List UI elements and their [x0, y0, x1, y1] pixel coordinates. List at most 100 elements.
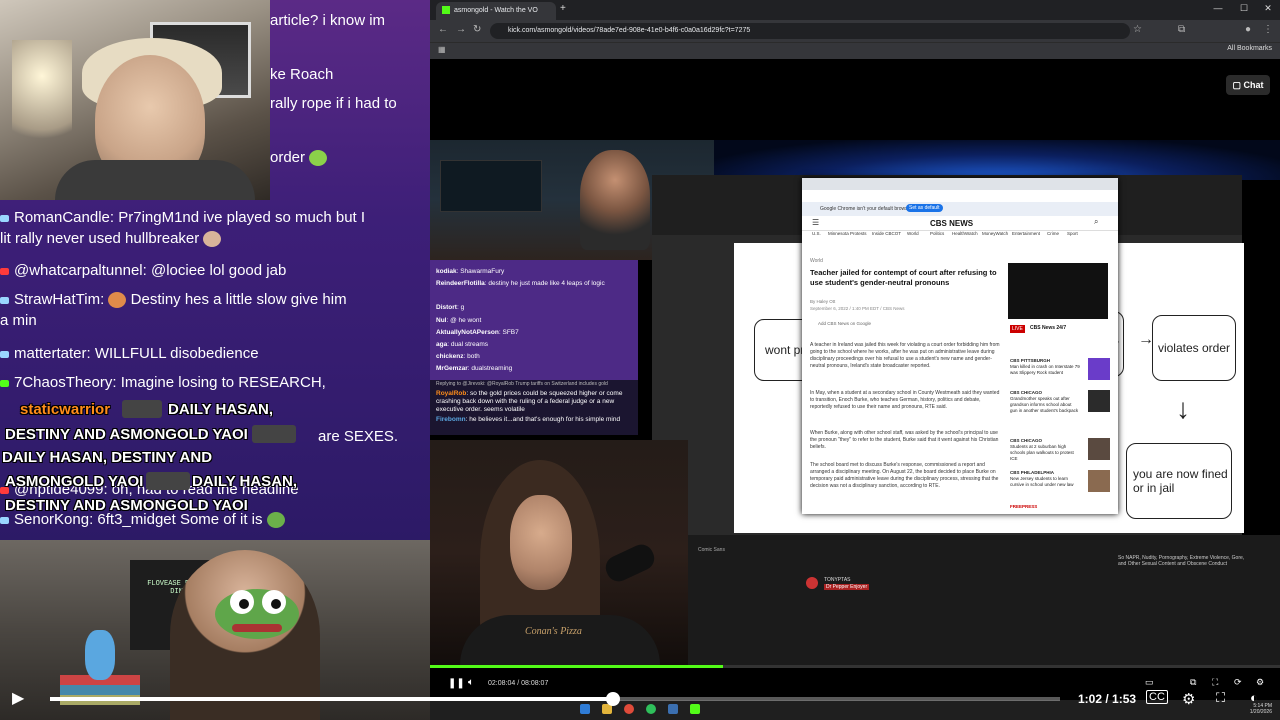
- article-section[interactable]: World: [810, 258, 823, 264]
- side-story[interactable]: CBS PITTSBURGH Man killed in crash on Int…: [1010, 358, 1080, 376]
- cbs-logo[interactable]: CBS NEWS: [930, 219, 973, 228]
- side-thumb[interactable]: [1088, 390, 1110, 412]
- maximize-button[interactable]: ☐: [1234, 3, 1254, 14]
- overlay-line: DESTINY AND ASMONGOLD YAOI: [5, 497, 248, 514]
- profile-icon[interactable]: ●: [1245, 24, 1251, 35]
- captions-icon[interactable]: CC: [1146, 690, 1168, 704]
- settings-icon[interactable]: ⚙: [1256, 677, 1264, 688]
- chat-username[interactable]: RomanCandle: [14, 209, 110, 226]
- article-byline[interactable]: By Haley Ott: [810, 299, 835, 304]
- center-webcam: Conan's Pizza: [430, 440, 688, 665]
- steam-icon[interactable]: [668, 704, 678, 714]
- volume-icon[interactable]: ◐: [1250, 690, 1258, 705]
- spotify-icon[interactable]: [646, 704, 656, 714]
- menu-icon[interactable]: ⋮: [1263, 24, 1273, 35]
- yt-progress-fill: [50, 697, 613, 701]
- chat-message: mattertater: WILLFULL disobedience: [0, 343, 428, 364]
- settings-icon[interactable]: ⚙: [1182, 690, 1195, 708]
- side-story[interactable]: CBS CHICAGO Grandmother speaks out after …: [1010, 390, 1080, 414]
- side-thumb[interactable]: [1088, 470, 1110, 492]
- top-chat-line: order: [270, 149, 328, 167]
- emote-icon: [309, 150, 328, 167]
- chat-bubble-icon: ▢: [1232, 80, 1244, 90]
- cbs-nav-item[interactable]: Inside CBCOT: [872, 231, 901, 236]
- pause-icon[interactable]: ❚❚: [448, 678, 465, 689]
- new-tab-icon[interactable]: +: [560, 3, 566, 14]
- side-story[interactable]: FREEPRESS: [1010, 504, 1080, 510]
- cbs-nav-item[interactable]: HealthWatch: [952, 231, 978, 236]
- cbs-nav-item[interactable]: Minnesota Protests: [828, 231, 867, 236]
- menu-icon[interactable]: ☰: [812, 218, 819, 227]
- default-browser-banner: Google Chrome isn't your default browser…: [802, 202, 1118, 216]
- cbs-nav-item[interactable]: U.S.: [812, 231, 821, 236]
- chat-text: @whatcarpaltunnel: @lociee lol good jab: [14, 262, 287, 279]
- browser-tab[interactable]: asmongold - Watch the VO: [436, 2, 556, 20]
- theater-icon[interactable]: ▭: [1145, 677, 1154, 688]
- cbs-nav-item[interactable]: Entertainment: [1012, 231, 1040, 236]
- chat-text-cont: lit rally never used hullbreaker: [0, 230, 200, 247]
- arrow-down-icon: ↓: [1176, 393, 1190, 424]
- microphone: [601, 540, 659, 586]
- chat-username[interactable]: 7ChaosTheory: [14, 374, 112, 391]
- emote-icon: [203, 231, 222, 248]
- pepe-emote-icon: [215, 589, 299, 639]
- back-icon[interactable]: ←: [438, 24, 448, 35]
- pepe-emote-icon: [266, 512, 285, 529]
- emote-icon: [108, 292, 127, 309]
- url-input[interactable]: kick.com/asmongold/videos/78ade7ed-908e-…: [490, 23, 1130, 39]
- apps-icon[interactable]: ▦: [438, 45, 446, 54]
- minimize-button[interactable]: —: [1208, 3, 1228, 13]
- chat-message: RomanCandle: Pr7ingM1nd ive played so mu…: [0, 209, 366, 248]
- cbs-nav-item[interactable]: Crime: [1047, 231, 1059, 236]
- volume-icon[interactable]: 🔈︎: [468, 677, 474, 688]
- fullscreen-icon[interactable]: ⛶: [1212, 677, 1218, 688]
- reload-icon[interactable]: ↻: [473, 24, 481, 35]
- badge-icon: [0, 350, 9, 358]
- close-button[interactable]: ✕: [1258, 3, 1278, 14]
- set-default-button[interactable]: Set as default: [906, 204, 943, 212]
- cbs-nav-item[interactable]: Politics: [930, 231, 944, 236]
- tab-bar: asmongold - Watch the VO + — ☐ ✕: [430, 0, 1280, 20]
- desktop-badge: Dr Pepper Enjoyer: [824, 584, 870, 590]
- flow-box: violates order: [1152, 315, 1236, 381]
- search-icon[interactable]: ⌕: [1094, 217, 1098, 227]
- cbs-header: ☰ CBS NEWS ⌕: [802, 216, 1118, 231]
- all-bookmarks-link[interactable]: All Bookmarks: [1227, 45, 1272, 52]
- kick-progress-bar[interactable]: [430, 665, 1280, 668]
- side-thumb[interactable]: [1088, 438, 1110, 460]
- chrome-icon[interactable]: [624, 704, 634, 714]
- stream-chat-line: RoyalRob: so the gold prices could be sq…: [436, 390, 623, 413]
- shelf: [440, 160, 542, 212]
- video-area[interactable]: ▢ Chat kodiak: ShawarmaFury ReindeerFlot…: [430, 60, 1280, 665]
- chat-username[interactable]: StrawHatTim: [14, 291, 100, 308]
- extensions-icon[interactable]: ⧉: [1178, 24, 1185, 35]
- star-icon[interactable]: ☆: [1133, 24, 1142, 35]
- cbs-nav-item[interactable]: Sport: [1067, 231, 1078, 236]
- kick-icon[interactable]: [690, 704, 700, 714]
- forward-icon[interactable]: →: [456, 24, 466, 35]
- article-paragraph: In May, when a student at a secondary sc…: [810, 390, 1000, 410]
- pip-icon[interactable]: ⧉: [1190, 677, 1196, 688]
- badge-icon: [0, 296, 9, 304]
- cbs-nav-item[interactable]: World: [907, 231, 919, 236]
- overlay-line: DESTINY AND ASMONGOLD YAOI: [5, 426, 248, 443]
- desktop-rules-text: So NAPR, Nudity, Pornography, Extreme Vi…: [1118, 555, 1245, 567]
- start-icon[interactable]: [580, 704, 590, 714]
- overlay-line: DAILY HASAN,: [192, 473, 298, 490]
- cbs-nav-item[interactable]: MoneyWatch: [982, 231, 1008, 236]
- yt-scrubber[interactable]: [605, 692, 620, 706]
- chat-toggle-button[interactable]: ▢ Chat: [1226, 75, 1270, 95]
- chat-text: are SEXES.: [318, 428, 399, 445]
- side-thumb[interactable]: [1088, 358, 1110, 380]
- side-story[interactable]: CBS CHICAGO Students at 2 suburban high s…: [1010, 438, 1080, 462]
- avatar-emote-icon: [122, 400, 162, 418]
- side-story[interactable]: CBS PHILADELPHIA New Jersey students to l…: [1010, 470, 1080, 488]
- add-google-link[interactable]: Add CBS News on Google: [818, 321, 871, 326]
- chat-text: mattertater: WILLFULL disobedience: [14, 345, 259, 362]
- fullscreen-icon[interactable]: ⛶: [1216, 690, 1225, 706]
- live-video-player[interactable]: [1008, 263, 1108, 319]
- live-label[interactable]: CBS News 24/7: [1030, 325, 1066, 331]
- top-chat-text: order: [270, 149, 306, 166]
- clip-icon[interactable]: ⟳: [1234, 677, 1242, 688]
- tab-title: asmongold - Watch the VO: [454, 7, 538, 14]
